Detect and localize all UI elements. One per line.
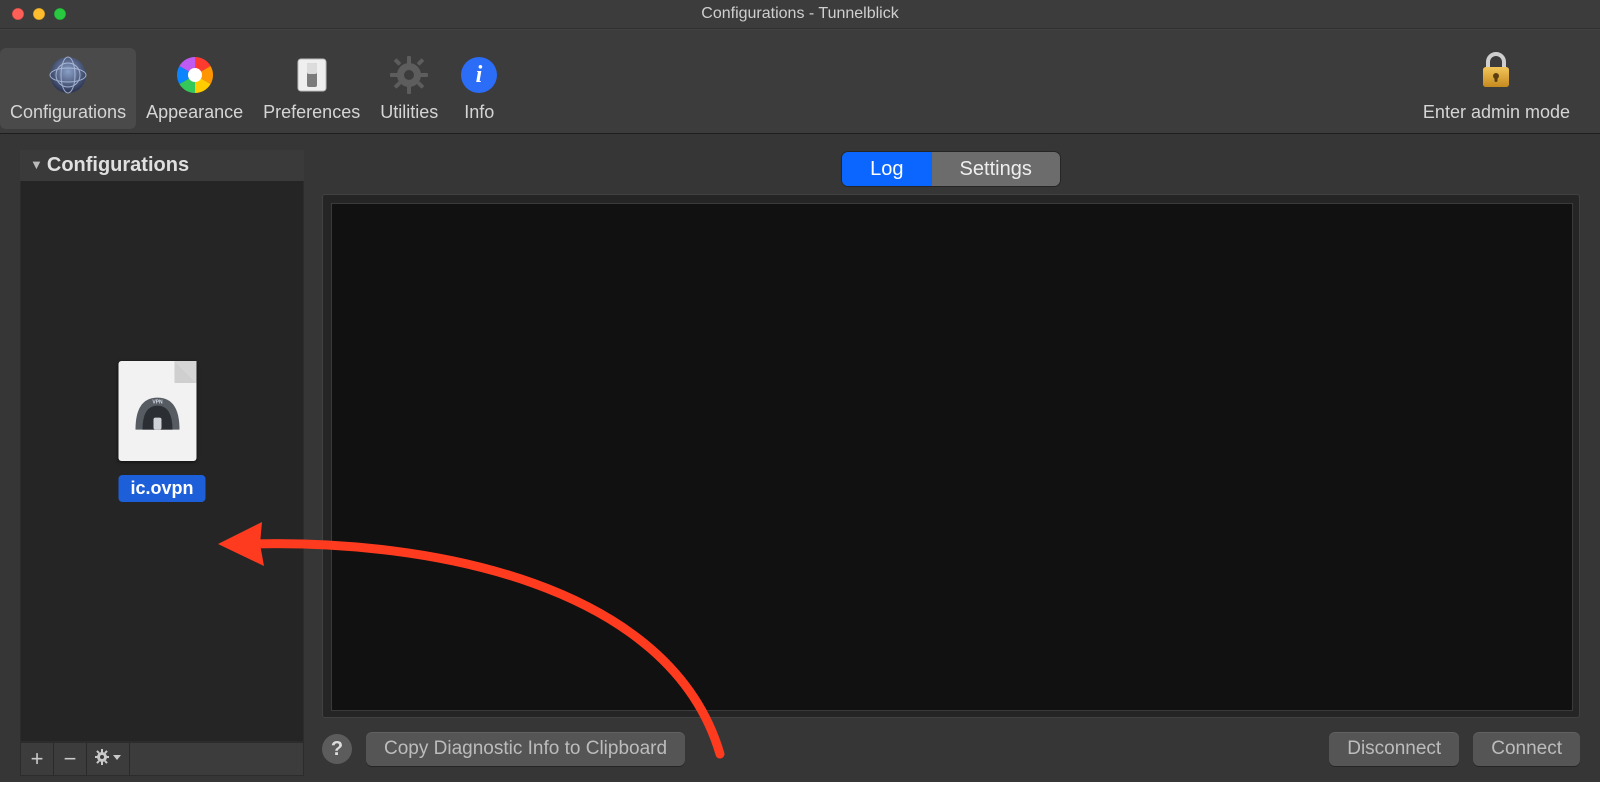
switch-icon xyxy=(291,54,333,96)
app-window: Configurations - Tunnelblick xyxy=(0,0,1600,782)
window-controls xyxy=(12,8,66,20)
log-settings-tabs: Log Settings xyxy=(842,152,1060,186)
svg-text:VPN: VPN xyxy=(152,400,163,406)
close-window-button[interactable] xyxy=(12,8,24,20)
titlebar: Configurations - Tunnelblick xyxy=(0,0,1600,29)
toolbar-label: Preferences xyxy=(263,102,360,123)
bottom-button-row: ? Copy Diagnostic Info to Clipboard Disc… xyxy=(322,718,1580,776)
minimize-window-button[interactable] xyxy=(33,8,45,20)
add-config-button[interactable]: + xyxy=(21,743,54,775)
admin-label: Enter admin mode xyxy=(1423,102,1570,123)
connect-button[interactable]: Connect xyxy=(1473,732,1580,766)
tab-log[interactable]: Log xyxy=(842,152,931,186)
window-body: ▼ Configurations VPN xyxy=(0,134,1600,782)
dragged-file-label: ic.ovpn xyxy=(118,475,205,502)
sidebar-footer: + − xyxy=(20,742,304,776)
copy-diagnostic-button[interactable]: Copy Diagnostic Info to Clipboard xyxy=(366,732,685,766)
toolbar-preferences[interactable]: Preferences xyxy=(253,48,370,129)
toolbar-label: Info xyxy=(464,102,494,123)
remove-config-button[interactable]: − xyxy=(54,743,87,775)
info-icon: i xyxy=(458,54,500,96)
svg-text:i: i xyxy=(476,62,483,88)
log-frame xyxy=(322,194,1580,718)
toolbar-configurations[interactable]: Configurations xyxy=(0,48,136,129)
toolbar-label: Appearance xyxy=(146,102,243,123)
globe-icon xyxy=(47,54,89,96)
question-icon: ? xyxy=(331,738,343,761)
toolbar-label: Configurations xyxy=(10,102,126,123)
enter-admin-mode-button[interactable]: Enter admin mode xyxy=(1409,45,1584,129)
toolbar-info[interactable]: i Info xyxy=(448,48,510,129)
config-actions-menu[interactable] xyxy=(87,743,130,775)
configurations-list[interactable]: VPN ic.ovpn xyxy=(20,181,304,742)
minus-icon: − xyxy=(64,746,77,772)
ovpn-file-icon: VPN xyxy=(118,361,196,461)
toolbar-label: Utilities xyxy=(380,102,438,123)
disclosure-triangle-icon: ▼ xyxy=(30,157,43,172)
main-panel: Log Settings ? Copy Diagnostic Info to C… xyxy=(322,150,1580,776)
plus-icon: + xyxy=(31,746,44,772)
toolbar-utilities[interactable]: Utilities xyxy=(370,48,448,129)
dragged-file[interactable]: VPN ic.ovpn xyxy=(118,361,205,502)
help-button[interactable]: ? xyxy=(322,734,352,764)
sidebar-header-label: Configurations xyxy=(47,154,189,177)
lock-icon xyxy=(1479,51,1513,96)
toolbar-appearance[interactable]: Appearance xyxy=(136,48,253,129)
log-output[interactable] xyxy=(331,203,1573,711)
tab-settings[interactable]: Settings xyxy=(932,152,1060,186)
gear-dropdown-icon xyxy=(94,748,122,771)
gear-icon xyxy=(388,54,430,96)
toolbar: Configurations Appearance xyxy=(0,29,1600,134)
zoom-window-button[interactable] xyxy=(54,8,66,20)
sidebar-header[interactable]: ▼ Configurations xyxy=(20,150,304,181)
window-title: Configurations - Tunnelblick xyxy=(0,5,1600,23)
sidebar: ▼ Configurations VPN xyxy=(20,150,304,776)
disconnect-button[interactable]: Disconnect xyxy=(1329,732,1459,766)
color-wheel-icon xyxy=(174,54,216,96)
